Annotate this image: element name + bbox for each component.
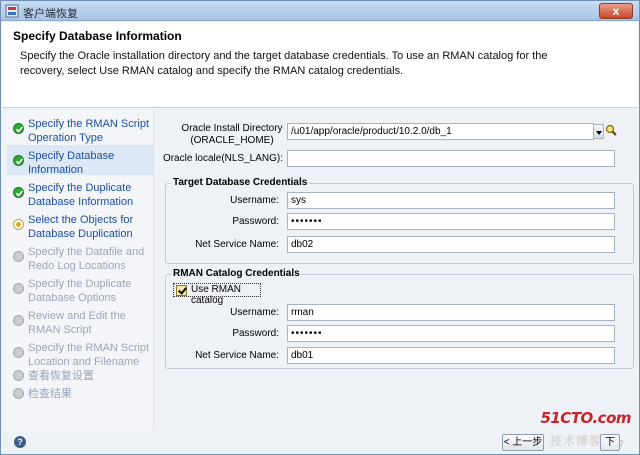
current-step-icon <box>13 219 24 230</box>
target-username-field[interactable]: sys <box>287 192 615 209</box>
step-select-objects[interactable]: Select the Objects for Database Duplicat… <box>7 209 154 240</box>
wizard-steps: Specify the RMAN Script Operation Type S… <box>7 111 154 431</box>
watermark: 51CTO.com <box>540 409 631 427</box>
step-rman-script-type[interactable]: Specify the RMAN Script Operation Type <box>7 113 154 144</box>
next-button[interactable]: 下 <box>600 434 620 451</box>
browse-search-icon[interactable] <box>605 124 617 139</box>
title-bar: 客户端恢复 x <box>1 1 639 21</box>
step-duplicate-database-options: Specify the Duplicate Database Options <box>7 273 154 304</box>
app-icon <box>5 4 19 18</box>
step-label: Select the Objects for Database Duplicat… <box>28 214 134 240</box>
target-service-label: Net Service Name: <box>195 239 279 250</box>
checkmark-icon <box>176 285 187 296</box>
target-credentials-title: Target Database Credentials <box>171 177 310 188</box>
window-title: 客户端恢复 <box>23 8 78 20</box>
wizard-footer: ? < 上一步 技术博客 Blog 下 <box>2 431 638 454</box>
rman-catalog-title: RMAN Catalog Credentials <box>171 268 302 279</box>
step-script-location: Specify the RMAN Script Location and Fil… <box>7 337 154 368</box>
step-label: Review and Edit the RMAN Script <box>28 310 126 336</box>
page-description: Specify the Oracle installation director… <box>20 50 548 77</box>
target-username-label: Username: <box>230 195 279 206</box>
back-button[interactable]: < 上一步 <box>502 434 544 451</box>
rman-username-field[interactable]: rman <box>287 304 615 321</box>
rman-service-field[interactable]: db01 <box>287 347 615 364</box>
step-check-results: 检查结果 <box>7 385 154 403</box>
step-label: Specify the Datafile and Redo Log Locati… <box>28 246 145 272</box>
step-datafile-redo-locations: Specify the Datafile and Redo Log Locati… <box>7 241 154 272</box>
step-view-restore-settings: 查看恢复设置 <box>7 367 154 385</box>
target-password-label: Password: <box>232 216 279 227</box>
step-label: 查看恢复设置 <box>28 370 94 382</box>
page-header: Specify Database Information Specify the… <box>2 22 638 108</box>
pending-step-icon <box>13 388 24 399</box>
rman-username-label: Username: <box>230 307 279 318</box>
oracle-home-label: Oracle Install Directory (ORACLE_HOME) <box>181 123 283 146</box>
close-button[interactable]: x <box>599 3 633 19</box>
step-label: Specify the RMAN Script Location and Fil… <box>28 342 150 368</box>
use-rman-catalog-checkbox[interactable]: Use RMAN catalog <box>173 283 261 306</box>
step-label: Specify the Duplicate Database Informati… <box>28 182 134 208</box>
pending-step-icon <box>13 347 24 358</box>
oracle-home-combo[interactable]: /u01/app/oracle/product/10.2.0/db_1 <box>287 123 594 140</box>
completed-check-icon <box>13 155 24 166</box>
use-rman-catalog-label: Use RMAN catalog <box>191 284 242 306</box>
step-label: Specify the RMAN Script Operation Type <box>28 118 150 144</box>
target-service-field[interactable]: db02 <box>287 236 615 253</box>
pending-step-icon <box>13 283 24 294</box>
step-review-edit-script: Review and Edit the RMAN Script <box>7 305 154 336</box>
rman-password-field[interactable]: ••••••• <box>287 325 615 342</box>
step-duplicate-database-information[interactable]: Specify the Duplicate Database Informati… <box>7 177 154 208</box>
target-password-field[interactable]: ••••••• <box>287 213 615 230</box>
step-label: 检查结果 <box>28 388 72 400</box>
pending-step-icon <box>13 315 24 326</box>
step-label: Specify the Duplicate Database Options <box>28 278 132 304</box>
rman-password-label: Password: <box>232 328 279 339</box>
rman-service-label: Net Service Name: <box>195 350 279 361</box>
nls-lang-field[interactable] <box>287 150 615 167</box>
nls-lang-label: Oracle locale(NLS_LANG): <box>162 153 283 164</box>
chevron-down-icon[interactable] <box>593 124 604 139</box>
watermark-sub-text: 技术博客 <box>550 434 603 448</box>
pending-step-icon <box>13 370 24 381</box>
completed-check-icon <box>13 123 24 134</box>
form-area: Oracle Install Directory (ORACLE_HOME) /… <box>161 111 635 431</box>
pending-step-icon <box>13 251 24 262</box>
watermark-logo: 51CTO.com <box>540 409 631 427</box>
step-database-information[interactable]: Specify Database Information <box>7 145 154 176</box>
help-icon[interactable]: ? <box>14 436 26 448</box>
page-title: Specify Database Information <box>13 29 182 43</box>
step-label: Specify Database Information <box>28 150 115 176</box>
restore-wizard-window: 客户端恢复 x Specify Database Information Spe… <box>0 0 640 455</box>
completed-check-icon <box>13 187 24 198</box>
